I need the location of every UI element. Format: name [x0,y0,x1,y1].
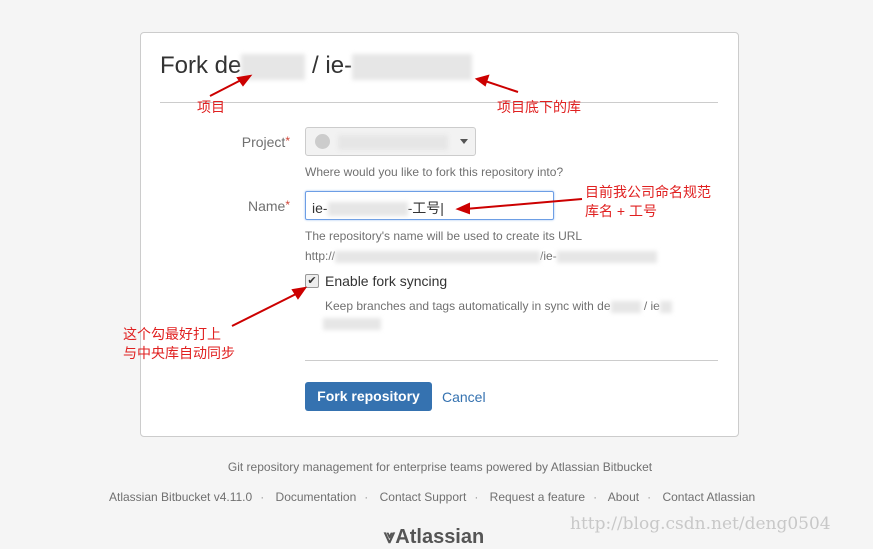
arrow-name [464,198,583,210]
annotation-naming: 目前我公司命名规范 库名 + 工号 [585,184,711,219]
footer-link-contact-atlassian[interactable]: Contact Atlassian [662,490,755,504]
annotation-repo: 项目底下的库 [497,99,581,115]
footer-link-about[interactable]: About [608,490,639,504]
footer-link-contact-support[interactable]: Contact Support [380,490,467,504]
footer-version: Atlassian Bitbucket v4.11.0 [109,490,253,504]
arrow-head [291,286,308,300]
footer-tagline: Git repository management for enterprise… [227,460,653,474]
footer-link-documentation[interactable]: Documentation [276,490,357,504]
footer-links: Atlassian Bitbucket v4.11.0 · Documentati… [109,490,756,504]
arrow-head [474,74,490,87]
arrow-head [236,74,253,87]
atlassian-logo: ⩔Atlassian [384,526,485,548]
watermark: http://blog.csdn.net/deng0504 [570,514,831,534]
footer-link-request-feature[interactable]: Request a feature [490,490,585,504]
annotation-sync: 这个勾最好打上 与中央库自动同步 [123,326,235,361]
arrow-repo [481,79,519,93]
arrow-sync [231,291,301,327]
arrow-head [455,202,470,215]
annotation-project: 项目 [197,99,225,115]
